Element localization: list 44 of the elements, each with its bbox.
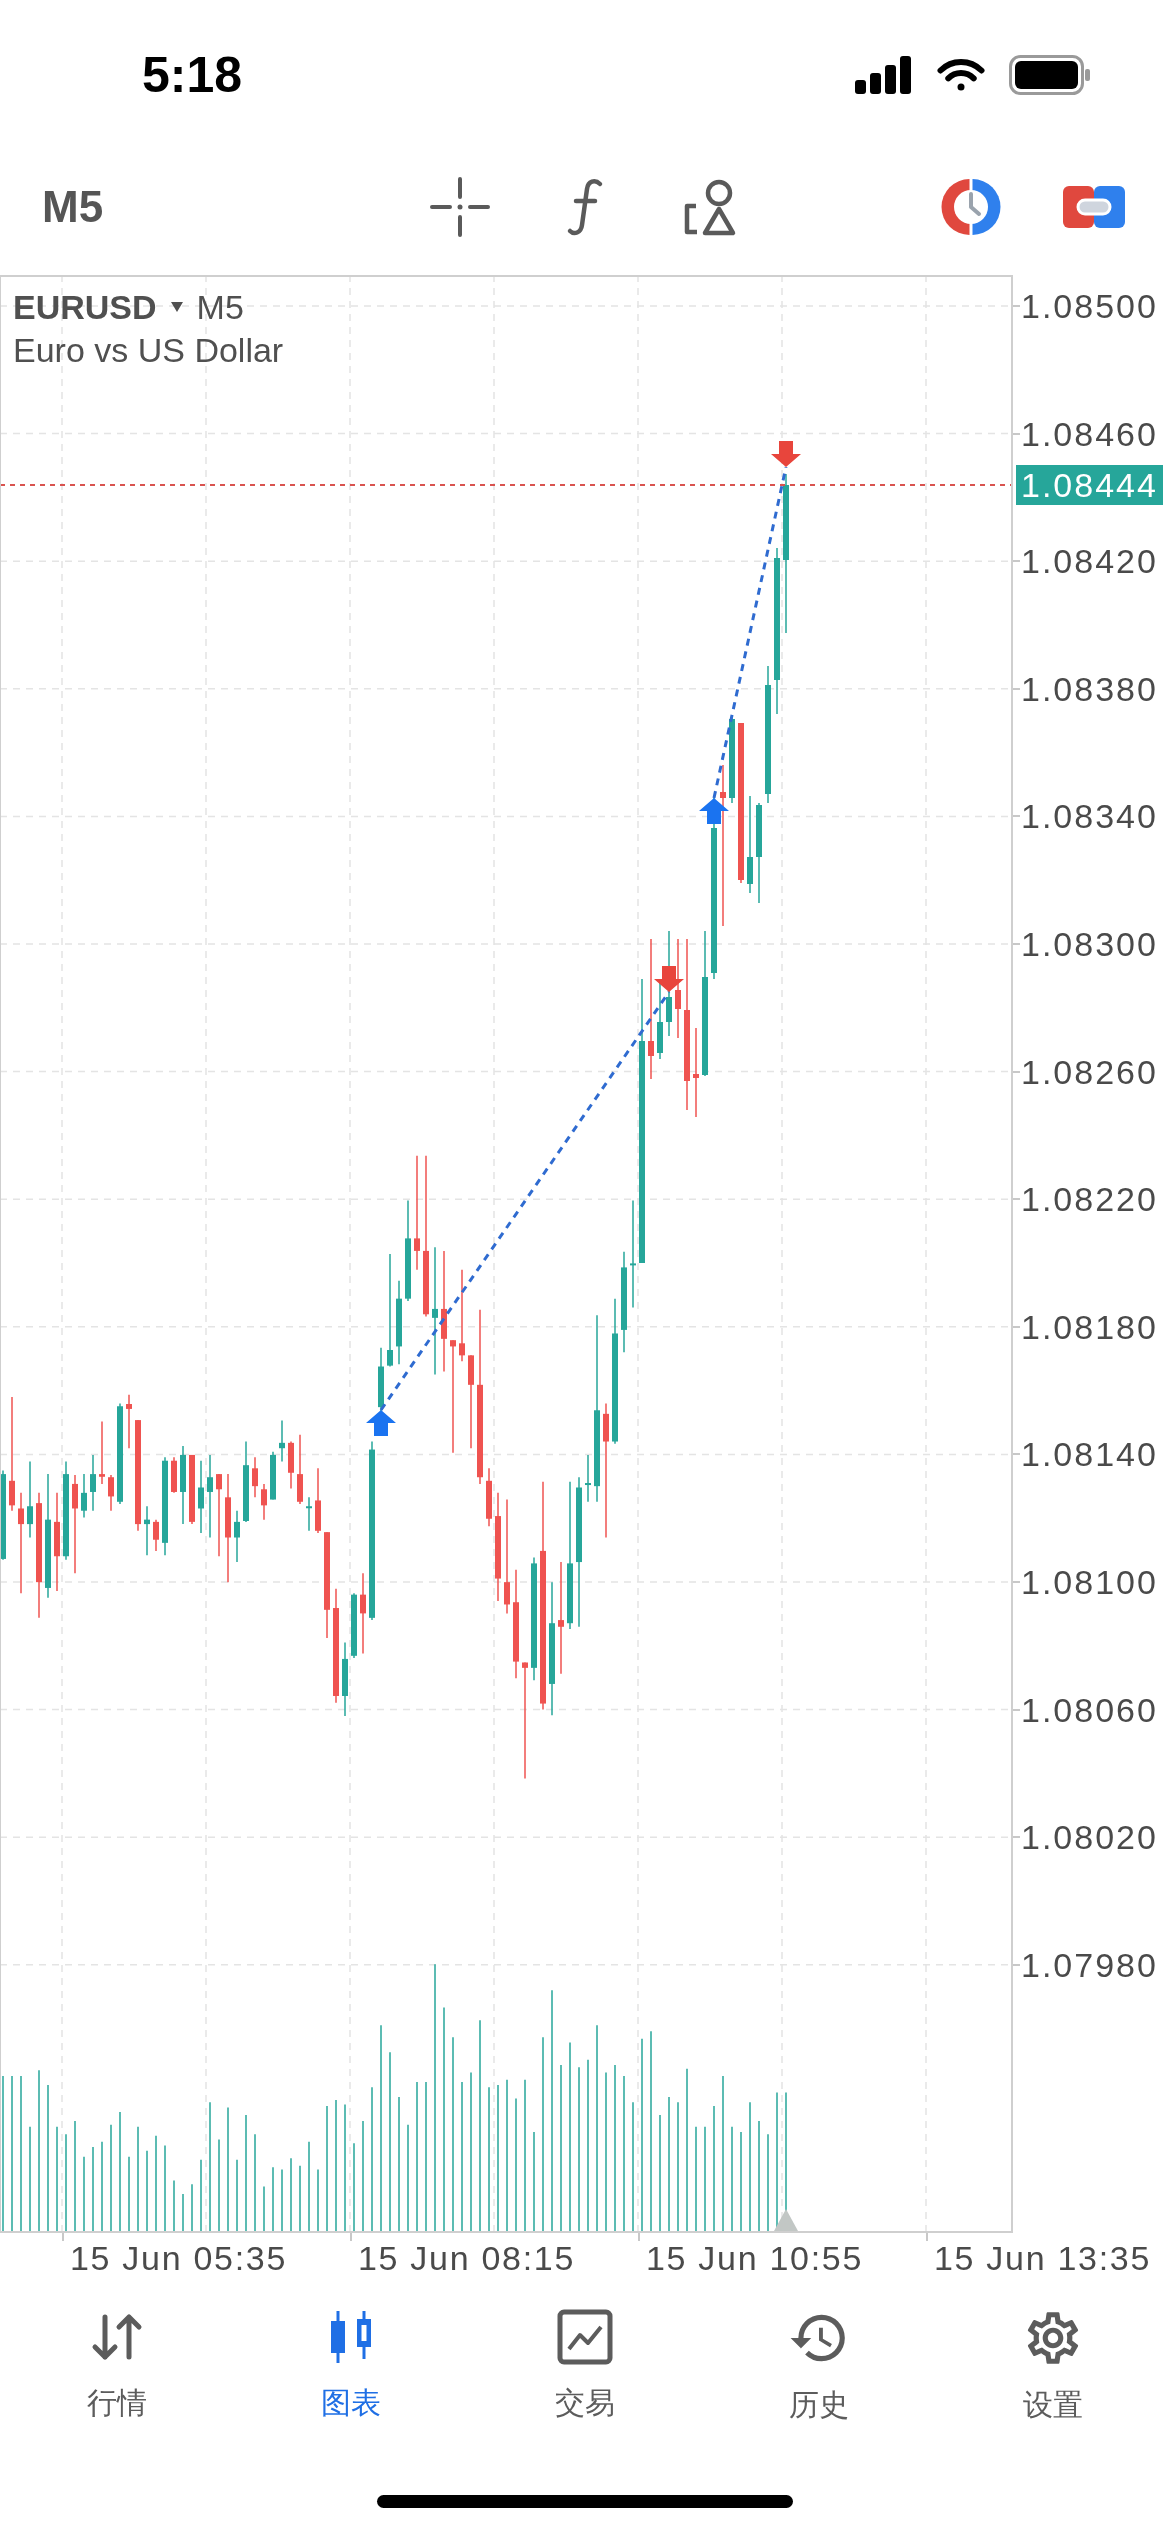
price-label: 1.08060 xyxy=(1021,1689,1158,1730)
function-icon[interactable] xyxy=(565,177,605,237)
time-label: 15 Jun 13:35 xyxy=(934,2238,1151,2278)
shapes-icon[interactable] xyxy=(683,178,737,236)
tab[interactable]: 历史 xyxy=(702,2307,936,2423)
caret-icon[interactable] xyxy=(170,302,183,312)
status-time: 5:18 xyxy=(142,50,243,100)
symbol-description: Euro vs US Dollar xyxy=(13,330,284,370)
up-arrow-icon xyxy=(699,798,729,824)
price-label: 1.08380 xyxy=(1021,668,1158,709)
crosshair-icon[interactable] xyxy=(430,177,490,237)
timeframe-button[interactable]: M5 xyxy=(42,185,112,229)
price-label: 1.07980 xyxy=(1021,1944,1158,1985)
current-price-label: 1.08444 xyxy=(1016,465,1163,505)
price-label: 1.08180 xyxy=(1021,1306,1158,1347)
price-label: 1.08300 xyxy=(1021,923,1158,964)
price-label: 1.08020 xyxy=(1021,1817,1158,1858)
price-label: 1.08220 xyxy=(1021,1179,1158,1220)
price-label: 1.08420 xyxy=(1021,541,1158,582)
time-label: 15 Jun 08:15 xyxy=(358,2238,575,2278)
price-label: 1.08260 xyxy=(1021,1051,1158,1092)
tab[interactable]: 图表 xyxy=(234,2307,468,2423)
down-arrow-icon xyxy=(771,441,801,467)
price-label: 1.08460 xyxy=(1021,413,1158,454)
time-label: 15 Jun 05:35 xyxy=(70,2238,287,2278)
symbol-name[interactable]: EURUSD xyxy=(13,287,157,327)
clock-icon[interactable] xyxy=(940,176,1002,238)
price-label: 1.08140 xyxy=(1021,1434,1158,1475)
tab[interactable]: 设置 xyxy=(936,2307,1170,2423)
price-label: 1.08100 xyxy=(1021,1561,1158,1602)
signal-icon xyxy=(855,56,913,94)
wifi-icon xyxy=(937,57,985,93)
tab[interactable]: 交易 xyxy=(468,2307,702,2423)
battery-icon xyxy=(1009,55,1091,95)
price-label: 1.08340 xyxy=(1021,796,1158,837)
time-label: 15 Jun 10:55 xyxy=(646,2238,863,2278)
up-arrow-icon xyxy=(366,1410,396,1436)
line-chart-icon xyxy=(555,2307,615,2367)
down-arrow-icon xyxy=(654,966,684,992)
triangle-icon xyxy=(774,2209,798,2231)
price-label: 1.08500 xyxy=(1021,286,1158,326)
chart-timeframe: M5 xyxy=(196,287,244,327)
toggle-icon[interactable] xyxy=(1063,186,1125,228)
tab[interactable]: 行情 xyxy=(0,2307,234,2423)
